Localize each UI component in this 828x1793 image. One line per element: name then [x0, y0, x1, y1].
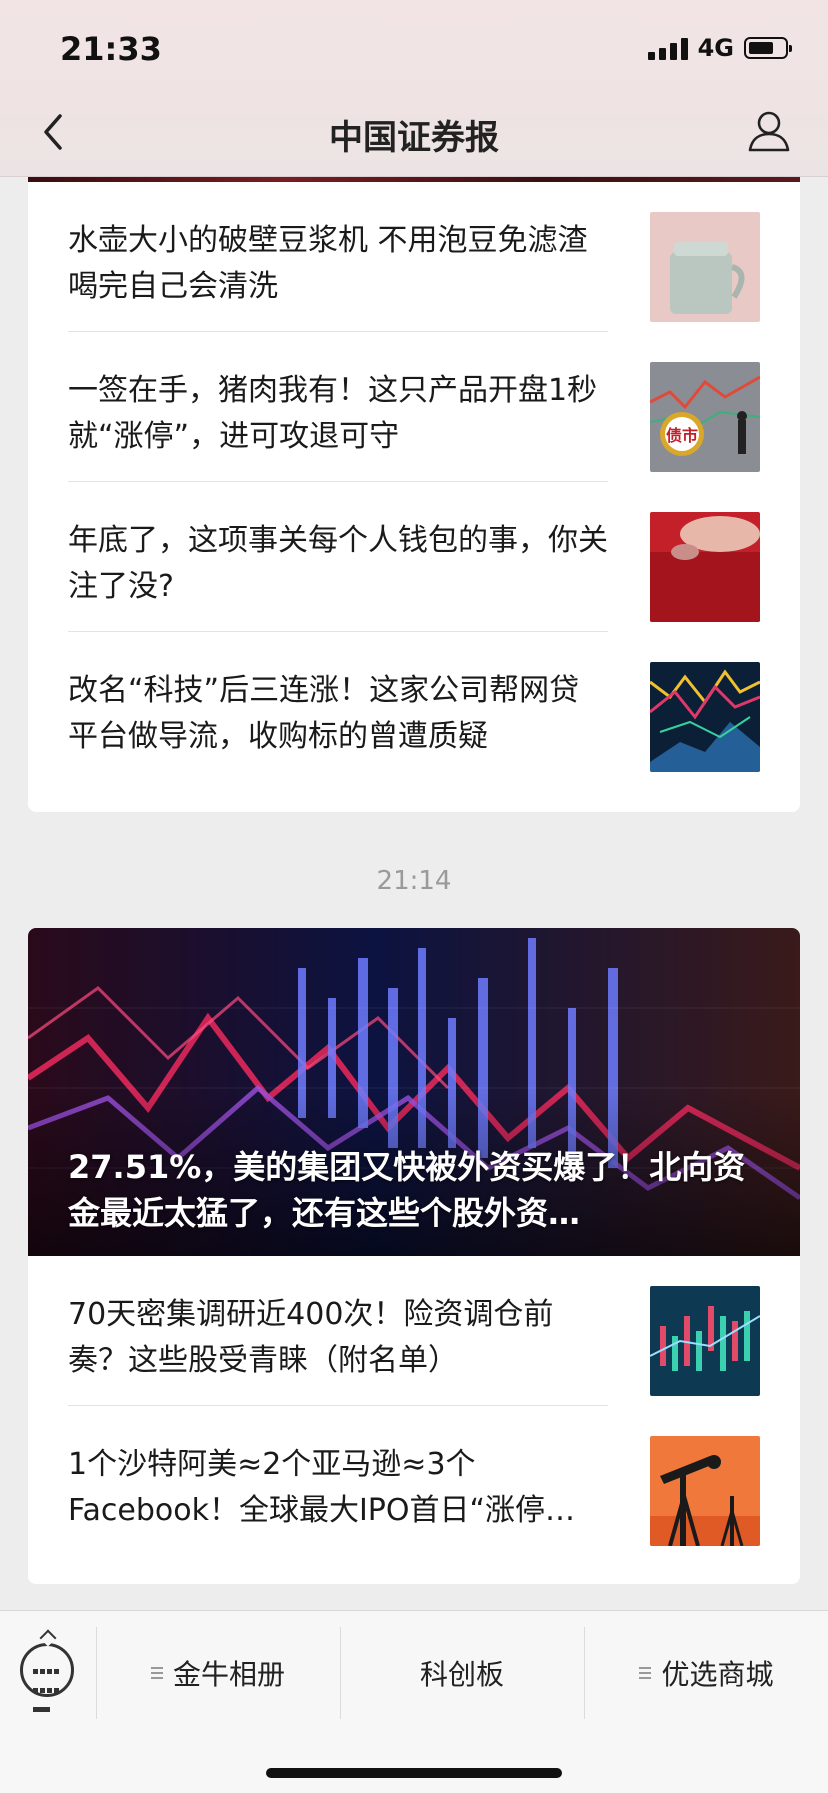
article-thumbnail	[650, 1286, 760, 1396]
keyboard-icon	[32, 1660, 62, 1717]
article-thumbnail	[650, 662, 760, 772]
status-indicators: 4G	[647, 34, 792, 62]
article-title: 改名“科技”后三连涨！这家公司帮网贷平台做导流，收购标的曾遭质疑	[68, 673, 580, 754]
article-card: 水壶大小的破壁豆浆机 不用泡豆免滤渣 喝完自己会清洗 一签在手，猪肉我有！这只产…	[28, 162, 800, 812]
article-card: 27.51%，美的集团又快被外资买爆了！北向资金最近太猛了，还有这些个股外资… …	[28, 928, 800, 1584]
chevron-up-icon	[39, 1629, 57, 1647]
page-title: 中国证券报	[329, 118, 499, 158]
network-type: 4G	[697, 34, 734, 62]
article-item[interactable]: 1个沙特阿美≈2个亚马逊≈3个Facebook！全球最大IPO首日“涨停…	[28, 1406, 800, 1556]
menu-jinniu-album[interactable]: 金牛相册	[97, 1623, 339, 1723]
hero-title: 27.51%，美的集团又快被外资买爆了！北向资金最近太猛了，还有这些个股外资…	[68, 1148, 746, 1232]
thumb-label: 债市	[666, 426, 698, 445]
submenu-icon	[150, 1664, 163, 1682]
article-item[interactable]: 年底了，这项事关每个人钱包的事，你关注了没?	[28, 482, 800, 632]
home-indicator[interactable]	[266, 1768, 562, 1778]
article-title: 一签在手，猪肉我有！这只产品开盘1秒就“涨停”，进可攻退可守	[68, 373, 598, 454]
article-item[interactable]: 水壶大小的破壁豆浆机 不用泡豆免滤渣 喝完自己会清洗	[28, 182, 800, 332]
profile-button[interactable]	[746, 108, 792, 154]
menu-label: 优选商城	[661, 1658, 774, 1691]
article-thumbnail: 债市	[650, 362, 760, 472]
signal-icon	[647, 36, 688, 60]
article-thumbnail	[650, 512, 760, 622]
article-item[interactable]: 一签在手，猪肉我有！这只产品开盘1秒就“涨停”，进可攻退可守 债市	[28, 332, 800, 482]
user-icon	[748, 111, 790, 152]
article-item[interactable]: 改名“科技”后三连涨！这家公司帮网贷平台做导流，收购标的曾遭质疑	[28, 632, 800, 782]
menu-label: 金牛相册	[172, 1658, 285, 1691]
article-title: 水壶大小的破壁豆浆机 不用泡豆免滤渣 喝完自己会清洗	[68, 223, 588, 304]
article-title: 70天密集调研近400次！险资调仓前奏？这些股受青睐（附名单）	[68, 1297, 554, 1378]
article-title: 1个沙特阿美≈2个亚马逊≈3个Facebook！全球最大IPO首日“涨停…	[68, 1447, 576, 1528]
hero-article[interactable]: 27.51%，美的集团又快被外资买爆了！北向资金最近太猛了，还有这些个股外资…	[28, 928, 800, 1256]
article-thumbnail	[650, 212, 760, 322]
battery-icon	[744, 37, 792, 59]
timestamp: 21:14	[376, 866, 452, 896]
keyboard-toggle-button[interactable]	[20, 1629, 74, 1712]
status-time: 21:33	[60, 30, 162, 68]
article-title: 年底了，这项事关每个人钱包的事，你关注了没?	[68, 523, 608, 604]
nav-header: 21:33 4G 中国证券报	[0, 0, 828, 177]
article-thumbnail	[650, 1436, 760, 1546]
menu-select-mall[interactable]: 优选商城	[585, 1623, 828, 1723]
article-item[interactable]: 70天密集调研近400次！险资调仓前奏？这些股受青睐（附名单）	[28, 1256, 800, 1406]
menu-label: 科创板	[419, 1658, 504, 1691]
bottom-menu-bar: 金牛相册 科创板 优选商城	[0, 1610, 828, 1793]
submenu-icon	[639, 1664, 652, 1682]
menu-star-market[interactable]: 科创板	[341, 1623, 583, 1723]
